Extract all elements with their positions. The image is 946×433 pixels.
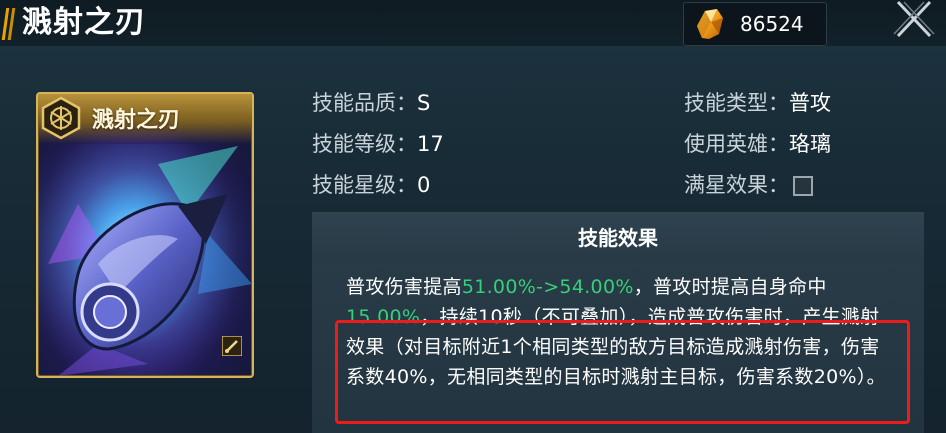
stat-quality: 技能品质：S: [312, 86, 444, 127]
stat-label: 满星效果：: [684, 173, 789, 197]
effect-header: 技能效果: [312, 212, 924, 264]
close-icon: [893, 0, 935, 38]
stat-level: 技能等级：17: [312, 127, 444, 168]
skill-stats-right: 技能类型：普攻 使用英雄：珞璃 满星效果：: [684, 86, 831, 209]
card-skill-name: 溅射之刃: [92, 108, 181, 133]
page-title: 溅射之刃: [22, 5, 146, 40]
stat-value: 0: [417, 173, 431, 197]
amber-crystal-icon: [697, 9, 723, 39]
brush-icon: [222, 336, 242, 356]
hexagon-emblem-icon: [41, 96, 81, 140]
stat-type: 技能类型：普攻: [684, 86, 831, 127]
currency-amount: 86524: [740, 12, 804, 36]
accent-bar: [7, 8, 16, 40]
skill-effect-panel: 技能效果 普攻伤害提高51.00%->54.00%，普攻时提高自身命中 15.00…: [312, 212, 924, 433]
stat-label: 使用英雄：: [684, 132, 789, 156]
stat-value: S: [417, 91, 431, 115]
effect-text-segment: ，持续10秒（不可叠加），造成普攻伤害时，产生: [420, 306, 841, 328]
blade-gauntlet-art: [38, 144, 252, 376]
stat-label: 技能品质：: [312, 91, 417, 115]
stat-label: 技能类型：: [684, 91, 789, 115]
effect-description: 普攻伤害提高51.00%->54.00%，普攻时提高自身命中 15.00%，持续1…: [346, 272, 894, 392]
skill-card: 溅射之刃: [36, 92, 254, 378]
top-bar: 溅射之刃 86524: [0, 0, 946, 46]
skill-stats-left: 技能品质：S 技能等级：17 技能星级：0: [312, 86, 444, 209]
stat-value: 17: [417, 132, 444, 156]
stat-value: 普攻: [789, 91, 831, 115]
effect-text-segment: 普攻伤害提高: [346, 276, 462, 298]
effect-text-segment: ，普攻时提高自身命中: [633, 276, 827, 298]
title-accent-bars: [1, 8, 16, 40]
full-star-checkbox[interactable]: [793, 176, 813, 196]
stat-full-star-effect: 满星效果：: [684, 168, 831, 209]
effect-title: 技能效果: [578, 226, 658, 250]
stat-value: 珞璃: [789, 132, 831, 156]
effect-value-highlight: 15.00%: [346, 306, 421, 328]
stat-label: 技能等级：: [312, 132, 417, 156]
stat-label: 技能星级：: [312, 173, 417, 197]
currency-display[interactable]: 86524: [683, 2, 827, 46]
effect-value-highlight: 51.00%->54.00%: [461, 276, 634, 298]
stat-hero: 使用英雄：珞璃: [684, 127, 831, 168]
stat-star-level: 技能星级：0: [312, 168, 444, 209]
close-button[interactable]: [890, 0, 938, 42]
